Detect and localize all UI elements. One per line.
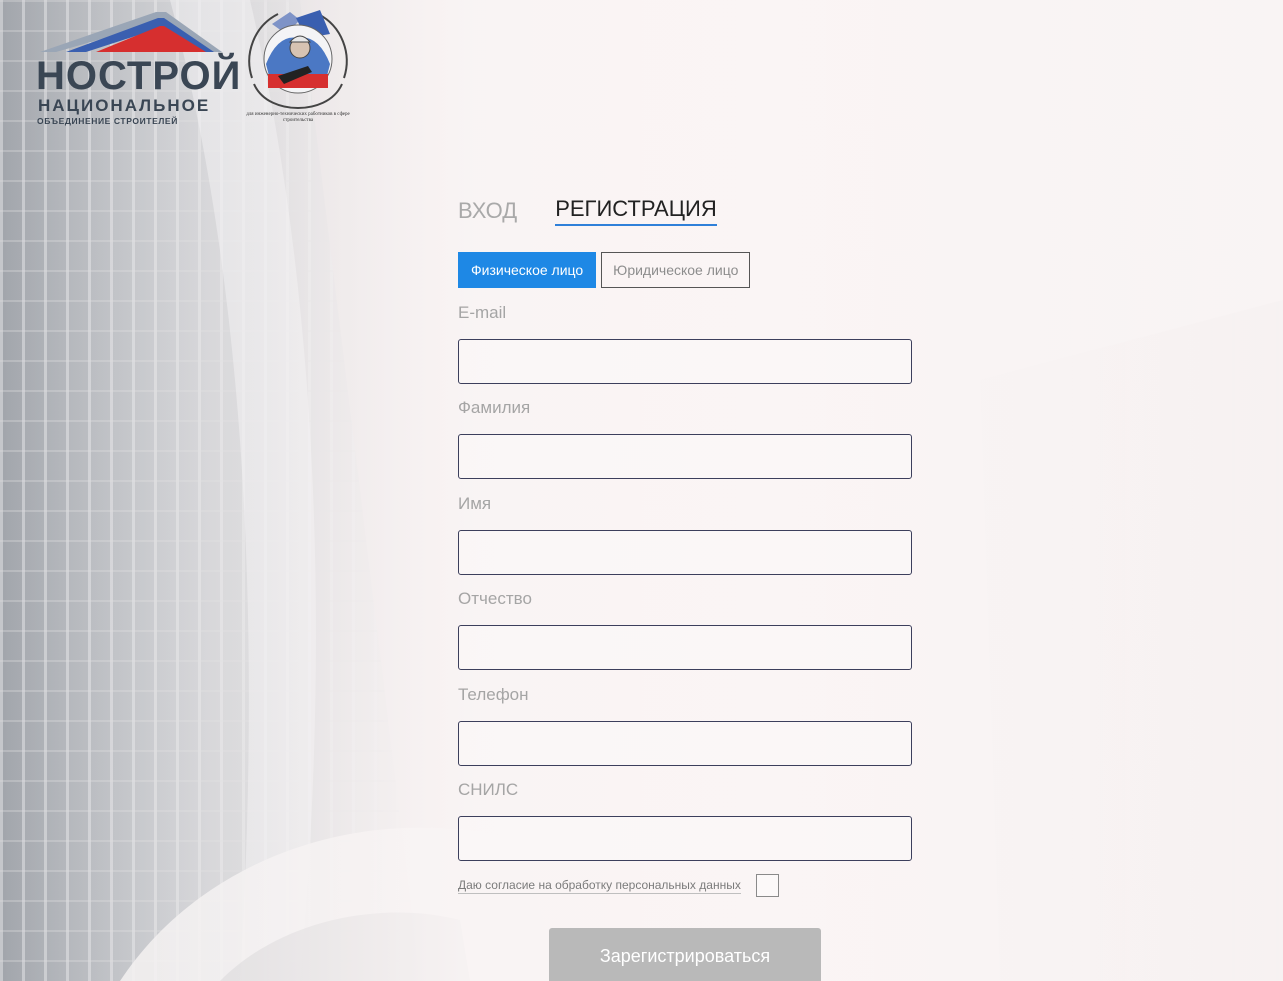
nostroy-logo[interactable]: НОСТРОЙ НАЦИОНАЛЬНОЕ ОБЪЕДИНЕНИЕ СТРОИТЕ… xyxy=(36,12,240,132)
auth-tabs: ВХОД РЕГИСТРАЦИЯ xyxy=(458,196,717,226)
individual-person-button[interactable]: Физическое лицо xyxy=(458,252,597,288)
register-button[interactable]: Зарегистрироваться xyxy=(549,928,821,981)
surname-label: Фамилия xyxy=(458,398,531,417)
email-label: E-mail xyxy=(458,303,507,322)
name-label: Имя xyxy=(458,494,492,513)
logo-title: НОСТРОЙ xyxy=(36,54,242,98)
logo-subtitle: НАЦИОНАЛЬНОЕ xyxy=(38,96,211,115)
consent-row: Даю согласие на обработку персональных д… xyxy=(458,874,779,897)
emblem-caption: для инженерно-технических работников в с… xyxy=(246,112,350,123)
logo-tagline: ОБЪЕДИНЕНИЕ СТРОИТЕЛЕЙ xyxy=(37,116,178,126)
legal-entity-button[interactable]: Юридическое лицо xyxy=(601,252,751,288)
phone-field[interactable] xyxy=(458,721,912,766)
surname-field[interactable] xyxy=(458,434,912,479)
patronymic-label: Отчество xyxy=(458,589,532,608)
consent-checkbox[interactable] xyxy=(755,874,779,897)
registration-page: НОСТРОЙ НАЦИОНАЛЬНОЕ ОБЪЕДИНЕНИЕ СТРОИТЕ… xyxy=(0,0,1283,981)
tab-login[interactable]: ВХОД xyxy=(458,198,517,226)
logo-roof-icon xyxy=(40,12,222,52)
person-type-toggle: Физическое лицо Юридическое лицо xyxy=(458,252,751,288)
name-field[interactable] xyxy=(458,530,912,575)
patronymic-field[interactable] xyxy=(458,625,912,670)
email-field[interactable] xyxy=(458,339,912,384)
consent-link[interactable]: Даю согласие на обработку персональных д… xyxy=(458,878,741,894)
tab-register[interactable]: РЕГИСТРАЦИЯ xyxy=(555,196,717,226)
snils-field[interactable] xyxy=(458,816,912,861)
phone-label: Телефон xyxy=(458,685,529,704)
snils-label: СНИЛС xyxy=(458,780,519,799)
